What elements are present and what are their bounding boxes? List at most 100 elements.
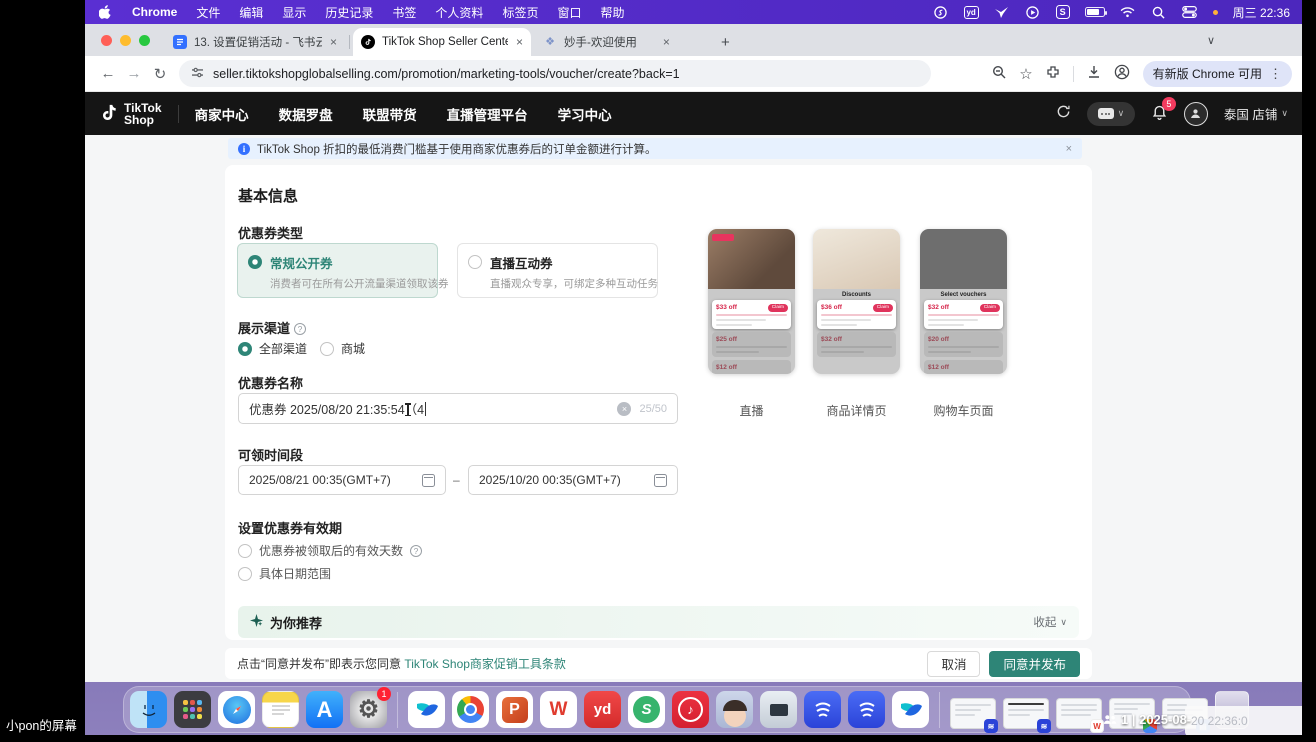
menu-window[interactable]: 窗口 xyxy=(557,4,581,21)
wps-office-dock-icon[interactable]: W xyxy=(540,691,577,728)
window-close-button[interactable] xyxy=(101,35,112,46)
coupon-type-option-live[interactable]: 直播互动券 直播观众专享，可绑定多种互动任务 xyxy=(457,243,658,298)
youdao-dict-dock-icon[interactable]: yd xyxy=(584,691,621,728)
menu-history[interactable]: 历史记录 xyxy=(325,4,373,21)
tab-search-chevron-icon[interactable]: ∨ xyxy=(1207,34,1215,47)
menu-file[interactable]: 文件 xyxy=(196,4,220,21)
agree-and-publish-button[interactable]: 同意并发布 xyxy=(989,651,1080,677)
spotlight-search-icon[interactable] xyxy=(1151,5,1167,19)
soul-dock-icon[interactable]: S xyxy=(628,691,665,728)
chrome-update-chip[interactable]: 有新版 Chrome 可用 ⋮ xyxy=(1143,61,1292,87)
powerpoint-dock-icon[interactable]: P xyxy=(496,691,533,728)
status-youdao-icon[interactable]: yd xyxy=(964,6,979,19)
system-settings-dock-icon[interactable]: ⚙1 xyxy=(350,691,387,728)
zoom-icon[interactable] xyxy=(992,65,1006,82)
bookmark-star-icon[interactable]: ☆ xyxy=(1019,65,1032,83)
back-button[interactable]: ← xyxy=(95,65,121,82)
launchpad-dock-icon[interactable] xyxy=(174,691,211,728)
feishu-doc-favicon xyxy=(173,35,187,49)
notes-dock-icon[interactable] xyxy=(262,691,299,728)
blue-swirl-app-dock-icon[interactable] xyxy=(804,691,841,728)
window-zoom-button[interactable] xyxy=(139,35,150,46)
control-center-icon[interactable] xyxy=(1182,5,1198,19)
apple-menu-icon[interactable] xyxy=(97,5,113,19)
menubar-app-name[interactable]: Chrome xyxy=(132,5,177,19)
nav-data-compass[interactable]: 数据罗盘 xyxy=(279,104,333,124)
claim-period-end-input[interactable]: 2025/10/20 00:35(GMT+7) xyxy=(468,465,678,495)
tab-miaoshou[interactable]: ❖ 妙手-欢迎使用 × xyxy=(535,28,703,56)
minimized-window-1[interactable]: ≋ xyxy=(950,698,996,729)
blue-swirl-app-2-dock-icon[interactable] xyxy=(848,691,885,728)
text-caret xyxy=(425,402,426,416)
status-app-icon-1[interactable] xyxy=(933,5,949,19)
claim-period-start-input[interactable]: 2025/08/21 00:35(GMT+7) xyxy=(238,465,446,495)
preview-phone-live: $33 off Claim $25 off $12 off xyxy=(708,229,795,374)
wifi-icon[interactable] xyxy=(1120,5,1136,19)
tab-close-icon[interactable]: × xyxy=(330,35,337,49)
nav-affiliate[interactable]: 联盟带货 xyxy=(363,104,417,124)
lark-2-dock-icon[interactable] xyxy=(892,691,929,728)
menu-edit[interactable]: 编辑 xyxy=(239,4,263,21)
minimized-window-3[interactable]: W xyxy=(1056,698,1102,729)
safari-dock-icon[interactable] xyxy=(218,691,255,728)
channel-option-all[interactable]: 全部渠道 xyxy=(238,340,307,357)
status-play-icon[interactable] xyxy=(1025,5,1041,19)
help-question-icon[interactable]: ? xyxy=(410,545,422,557)
tab-feishu-doc[interactable]: 13. 设置促销活动 - 飞书云文档 × xyxy=(165,28,347,56)
profile-icon[interactable] xyxy=(1114,64,1130,83)
menu-help[interactable]: 帮助 xyxy=(600,4,624,21)
lark-dock-icon[interactable] xyxy=(408,691,445,728)
nav-live-manager[interactable]: 直播管理平台 xyxy=(447,104,528,124)
status-s-icon[interactable]: S xyxy=(1056,5,1070,19)
menu-profiles[interactable]: 个人资料 xyxy=(435,4,483,21)
tiktok-shop-logo[interactable]: TikTokShop xyxy=(99,102,162,126)
netease-music-dock-icon[interactable]: ♪ xyxy=(672,691,709,728)
refresh-icon[interactable] xyxy=(1056,104,1071,124)
download-icon[interactable] xyxy=(1087,65,1101,82)
chat-button[interactable]: ∨ xyxy=(1087,102,1135,126)
address-bar[interactable]: seller.tiktokshopglobalselling.com/promo… xyxy=(179,60,931,87)
collapse-toggle[interactable]: 收起 ∨ xyxy=(1033,614,1067,630)
app-store-dock-icon[interactable]: A xyxy=(306,691,343,728)
menu-tabs[interactable]: 标签页 xyxy=(502,4,538,21)
terms-link[interactable]: TikTok Shop商家促销工具条款 xyxy=(404,657,566,671)
tab-close-icon[interactable]: × xyxy=(663,35,670,49)
menubar-clock[interactable]: 周三 22:36 xyxy=(1233,4,1290,21)
tab-tiktok-seller-center[interactable]: TikTok Shop Seller Center | C × xyxy=(353,28,531,56)
calendar-icon[interactable] xyxy=(422,474,435,487)
tab-close-icon[interactable]: × xyxy=(516,35,523,49)
help-question-icon[interactable]: ? xyxy=(294,323,306,335)
calendar-icon[interactable] xyxy=(654,474,667,487)
cancel-button[interactable]: 取消 xyxy=(927,651,980,677)
menu-view[interactable]: 显示 xyxy=(282,4,306,21)
notifications-button[interactable]: 5 xyxy=(1151,103,1168,125)
window-minimize-button[interactable] xyxy=(120,35,131,46)
chrome-menu-icon[interactable]: ⋮ xyxy=(1269,66,1282,82)
finder-dock-icon[interactable] xyxy=(130,691,167,728)
validity-option-days[interactable]: 优惠券被领取后的有效天数 ? xyxy=(238,542,422,559)
account-avatar[interactable] xyxy=(1184,102,1208,126)
validity-option-range[interactable]: 具体日期范围 xyxy=(238,565,331,582)
coupon-type-option-public[interactable]: 常规公开券 消费者可在所有公开流量渠道领取该券 xyxy=(237,243,438,298)
nav-seller-center[interactable]: 商家中心 xyxy=(195,104,249,124)
minimized-window-2[interactable]: ≋ xyxy=(1003,698,1049,729)
store-region-selector[interactable]: 泰国 店铺 ∨ xyxy=(1224,104,1288,123)
banner-close-icon[interactable]: × xyxy=(1066,143,1072,155)
coupon-name-input[interactable]: 优惠券 2025/08/20 21:35:54（4 × 25/50 xyxy=(238,393,678,424)
site-settings-icon[interactable] xyxy=(191,67,204,81)
nav-learning-center[interactable]: 学习中心 xyxy=(558,104,612,124)
chrome-dock-icon[interactable] xyxy=(452,691,489,728)
info-icon: i xyxy=(238,143,250,155)
extensions-icon[interactable] xyxy=(1046,65,1060,82)
media-app-dock-icon[interactable] xyxy=(760,691,797,728)
section-title: 基本信息 xyxy=(238,185,298,206)
clear-input-icon[interactable]: × xyxy=(617,402,631,416)
reload-button[interactable]: ↻ xyxy=(147,65,173,83)
menu-bookmarks[interactable]: 书签 xyxy=(392,4,416,21)
status-bird-icon[interactable] xyxy=(994,5,1010,19)
miaoshou-favicon: ❖ xyxy=(543,35,557,49)
new-tab-button[interactable]: + xyxy=(721,34,730,51)
forward-button[interactable]: → xyxy=(121,65,147,82)
channel-option-mall[interactable]: 商城 xyxy=(320,340,365,357)
avatar-app-dock-icon[interactable] xyxy=(716,691,753,728)
